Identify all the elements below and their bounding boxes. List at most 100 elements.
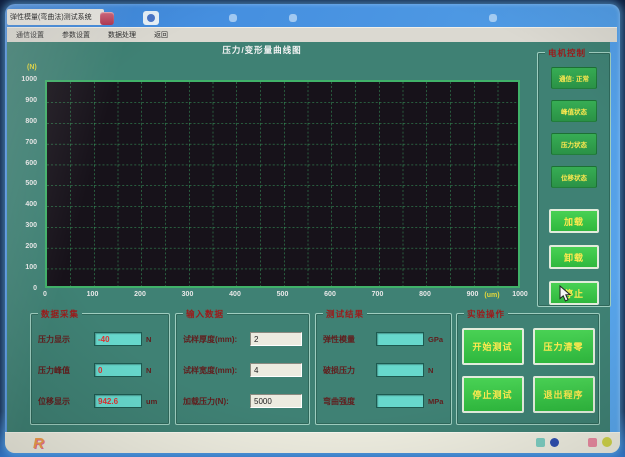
pressure-zero-button[interactable]: 压力清零 (533, 328, 595, 365)
displacement-display-label: 位移显示 (38, 396, 94, 407)
bending-strength-unit: MPa (428, 397, 444, 406)
elastic-modulus-field (376, 332, 424, 346)
stop-test-button[interactable]: 停止测试 (462, 376, 524, 413)
motor-control-group: 电机控制 通信: 正常 峰值状态 压力状态 位移状态 加载 卸载 停止 (537, 52, 611, 307)
pressure-status-button[interactable]: 压力状态 (551, 133, 597, 155)
system-tray (536, 437, 612, 447)
tick-label: 1000 (503, 291, 537, 298)
menu-bar: 通信设置 参数设置 数据处理 返回 (7, 27, 617, 42)
loading-pressure-input[interactable] (250, 394, 302, 408)
bending-strength-row: 弯曲强度 MPa (323, 394, 444, 408)
tick-label: 800 (25, 117, 37, 126)
desktop-icon-small-1[interactable] (229, 14, 237, 22)
sample-width-input[interactable] (250, 363, 302, 377)
pressure-display-field: -40 (94, 332, 142, 346)
monitor-screen: 弹性模量(弯曲法)测试系统 通信设置 参数设置 数据处理 返回 压力/变形量曲线… (5, 4, 620, 453)
breaking-pressure-field (376, 363, 424, 377)
load-button[interactable]: 加载 (549, 209, 599, 233)
desktop-icon-small-3[interactable] (489, 14, 497, 22)
tick-label: 100 (76, 291, 110, 298)
displacement-status-button[interactable]: 位移状态 (551, 166, 597, 188)
tray-pink-icon[interactable] (588, 438, 597, 447)
tick-label: 500 (266, 291, 300, 298)
window-titlebar: 弹性模量(弯曲法)测试系统 (7, 9, 104, 25)
motor-control-group-title: 电机控制 (545, 47, 589, 59)
desktop-icon-small-2[interactable] (289, 14, 297, 22)
experiment-operations-group-title: 实验操作 (464, 308, 508, 320)
tick-label: 600 (25, 159, 37, 168)
displacement-display-unit: um (146, 397, 162, 406)
elastic-modulus-row: 弹性模量 GPa (323, 332, 444, 346)
y-axis-ticks: 10009008007006005004003002001000 (7, 75, 41, 293)
pressure-deformation-plot (45, 80, 520, 288)
tick-label: 0 (28, 291, 62, 298)
menu-item-param-settings[interactable]: 参数设置 (62, 30, 90, 40)
tick-label: 700 (25, 138, 37, 147)
plot-grid (47, 82, 518, 286)
mouse-cursor-icon (559, 285, 571, 307)
sample-width-row: 试样宽度(mm): (183, 363, 302, 377)
input-data-group: 输入数据 试样厚度(mm): 试样宽度(mm): 加载压力(N): (175, 313, 310, 425)
tray-app-icon[interactable] (536, 438, 545, 447)
exit-program-button[interactable]: 退出程序 (533, 376, 595, 413)
sample-width-label: 试样宽度(mm): (183, 365, 250, 376)
breaking-pressure-row: 破损压力 N (323, 363, 444, 377)
tick-label: 1000 (21, 75, 37, 84)
pressure-display-unit: N (146, 335, 162, 344)
menu-item-data-processing[interactable]: 数据处理 (108, 30, 136, 40)
pressure-peak-unit: N (146, 366, 162, 375)
input-data-group-title: 输入数据 (183, 308, 227, 320)
y-axis-unit-label: (N) (27, 64, 37, 71)
breaking-pressure-label: 破损压力 (323, 365, 376, 376)
experiment-operations-group: 实验操作 开始测试 压力清零 停止测试 退出程序 (456, 313, 600, 425)
displacement-display-field: 942.6 (94, 394, 142, 408)
data-acquisition-group: 数据采集 压力显示 -40 N 压力峰值 0 N 位移显示 942.6 um (30, 313, 170, 425)
displacement-display-row: 位移显示 942.6 um (38, 394, 162, 408)
x-axis-unit-label: (um) (479, 292, 505, 299)
bending-strength-field (376, 394, 424, 408)
peak-status-button[interactable]: 峰值状态 (551, 100, 597, 122)
elastic-modulus-unit: GPa (428, 335, 444, 344)
breaking-pressure-unit: N (428, 366, 444, 375)
tick-label: 400 (25, 200, 37, 209)
stop-button[interactable]: 停止 (549, 281, 599, 305)
taskbar: R (5, 432, 620, 453)
x-axis-ticks: 01002003004005006007008009001000 (28, 291, 537, 298)
tray-clock-icon[interactable] (602, 437, 612, 447)
sample-thickness-row: 试样厚度(mm): (183, 332, 302, 346)
tick-label: 400 (218, 291, 252, 298)
menu-item-comm-settings[interactable]: 通信设置 (16, 30, 44, 40)
app-main-area: 压力/变形量曲线图 (N) 10009008007006005004003002… (7, 42, 610, 432)
window-title: 弹性模量(弯曲法)测试系统 (10, 12, 92, 22)
loading-pressure-row: 加载压力(N): (183, 394, 302, 408)
tick-label: 200 (123, 291, 157, 298)
tick-label: 600 (313, 291, 347, 298)
sample-thickness-label: 试样厚度(mm): (183, 334, 250, 345)
desktop-icon-red[interactable] (100, 12, 114, 25)
tick-label: 500 (25, 179, 37, 188)
tick-label: 900 (25, 96, 37, 105)
tick-label: 300 (171, 291, 205, 298)
pressure-peak-row: 压力峰值 0 N (38, 363, 162, 377)
tick-label: 700 (361, 291, 395, 298)
start-test-button[interactable]: 开始测试 (462, 328, 524, 365)
unload-button[interactable]: 卸载 (549, 245, 599, 269)
test-results-group: 测试结果 弹性模量 GPa 破损压力 N 弯曲强度 MPa (315, 313, 452, 425)
tick-label: 800 (408, 291, 442, 298)
chart-title: 压力/变形量曲线图 (187, 44, 337, 56)
test-results-group-title: 测试结果 (323, 308, 367, 320)
bending-strength-label: 弯曲强度 (323, 396, 376, 407)
pressure-peak-label: 压力峰值 (38, 365, 94, 376)
data-acquisition-group-title: 数据采集 (38, 308, 82, 320)
pressure-display-row: 压力显示 -40 N (38, 332, 162, 346)
pressure-peak-field: 0 (94, 363, 142, 377)
sample-thickness-input[interactable] (250, 332, 302, 346)
tick-label: 300 (25, 221, 37, 230)
pressure-display-label: 压力显示 (38, 334, 94, 345)
taskbar-logo-icon[interactable]: R (33, 436, 44, 451)
menu-item-return[interactable]: 返回 (154, 30, 168, 40)
comm-status-button[interactable]: 通信: 正常 (551, 67, 597, 89)
loading-pressure-label: 加载压力(N): (183, 396, 250, 407)
desktop-icon-blue[interactable] (143, 11, 159, 25)
tray-network-icon[interactable] (550, 438, 559, 447)
